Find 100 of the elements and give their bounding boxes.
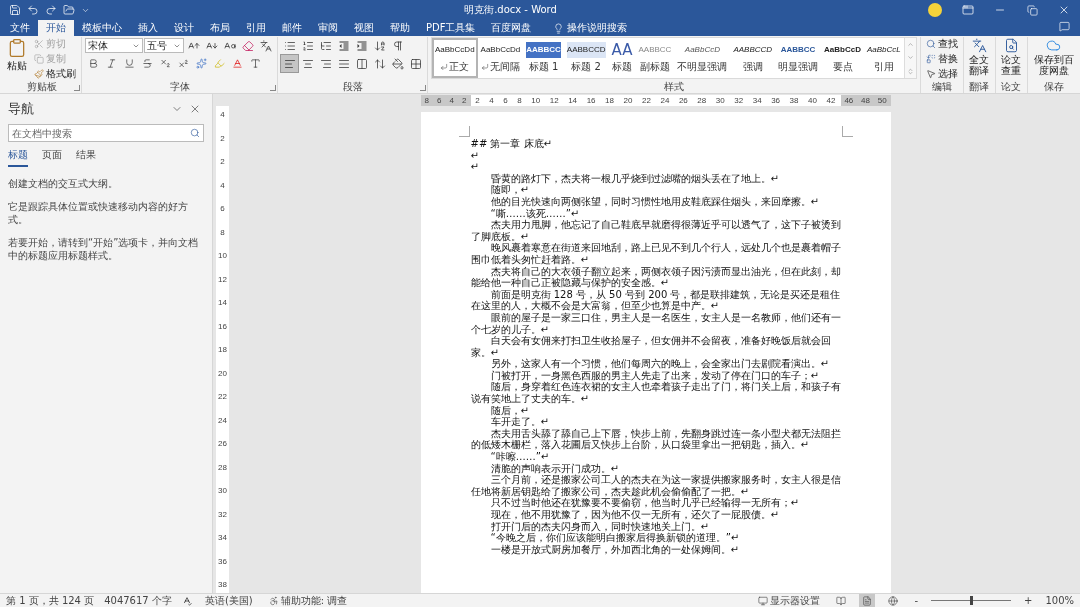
paragraph-mark-icon	[440, 63, 449, 71]
phonetic-icon	[259, 39, 272, 52]
pointer-icon	[925, 69, 936, 79]
copy-icon	[34, 54, 44, 64]
zoom-thumb[interactable]	[970, 596, 973, 605]
ribbon-tab[interactable]: 设计	[166, 20, 202, 36]
proofing-icon	[181, 595, 192, 606]
dialog-launcher-icon[interactable]	[420, 85, 426, 91]
paragraph-mark: ↵	[470, 161, 480, 173]
scissors-icon	[34, 39, 44, 49]
word-count: 4047617 个字	[104, 593, 172, 607]
print-layout-icon	[862, 595, 873, 606]
shrink-font-icon	[205, 39, 218, 52]
ribbon-tab[interactable]: 引用	[238, 20, 274, 36]
paragraph-text: 门被打开，一身黑色西服的男主人先走了出来，发动了停在门口的车子；↵	[489, 369, 820, 382]
font-name-field[interactable]: 宋体	[85, 38, 143, 53]
paste-button[interactable]: 粘贴	[5, 37, 29, 74]
view-button[interactable]	[859, 594, 876, 607]
language-button[interactable]: 英语(美国)	[201, 594, 256, 607]
dialog-launcher-icon[interactable]	[74, 85, 80, 91]
chevron-down-icon	[906, 54, 914, 62]
ribbon-tab[interactable]: 布局	[202, 20, 238, 36]
ribbon-tab[interactable]: 邮件	[274, 20, 310, 36]
accessibility-icon	[268, 595, 279, 606]
replace-button[interactable]: 替换	[923, 52, 960, 66]
group-label: 剪贴板	[26, 81, 57, 93]
change-case-icon	[223, 39, 236, 52]
ribbon-tab[interactable]: 开始	[38, 20, 74, 36]
paragraph-text: 打开门后的杰夫闪身而入，同时快速地关上门。↵	[489, 520, 710, 532]
nav-tab[interactable]: 页面	[42, 148, 62, 167]
accessibility-button[interactable]: 辅助功能: 调查	[265, 594, 351, 607]
paint-bucket-icon	[391, 57, 404, 70]
folder-icon	[63, 4, 75, 16]
paragraph-text: 眼前的屋子是一家三口住，男主人是一名医生，女主人是一名教师，他们还有一个七岁的儿子。↵	[470, 311, 841, 335]
ribbon-tab[interactable]: 文件	[2, 20, 38, 36]
ribbon-tab[interactable]: 模板中心	[74, 20, 130, 36]
display-settings-button[interactable]: 显示器设置	[755, 594, 824, 607]
find-button[interactable]: 查找	[923, 37, 960, 51]
character-shading-icon	[250, 58, 261, 69]
search-field[interactable]: 在文档中搜索	[8, 124, 204, 142]
zoom-out-button[interactable]: -	[911, 594, 921, 607]
ribbon-tab[interactable]: 百度网盘	[483, 20, 540, 36]
paintbrush-icon	[34, 69, 44, 79]
chevron-up-icon	[906, 41, 914, 49]
translate-button[interactable]: 全文翻译	[966, 37, 992, 77]
group-label: 保存	[1043, 81, 1064, 93]
phonetic-button[interactable]	[257, 37, 274, 54]
ribbon-tab[interactable]: 视图	[346, 20, 382, 36]
paragraph-text: “今晚之后，你们应该能明白搬家后得换新锁的道理。”↵	[489, 532, 741, 544]
subscript-icon	[160, 58, 171, 69]
paragraph-text: “咔嚓……”↵	[489, 451, 551, 463]
paragraph-text: 随后，身穿着红色连衣裙的女主人也牵着孩子走出了门，将门关上后，和孩子有说有笑地上了丈夫的车。↵	[470, 381, 841, 405]
ribbon-tab[interactable]: 插入	[130, 20, 166, 36]
clipboard-icon	[7, 38, 27, 58]
paragraph-text: 杰夫用力甩脚，他忘记了自己鞋底早就磨得很薄近乎可以透气了，这下子被烫到了脚底板。↵	[470, 219, 841, 242]
nav-tab[interactable]: 标题	[8, 148, 28, 167]
close-icon	[1058, 4, 1070, 16]
ribbon-tab[interactable]: 审阅	[310, 20, 346, 36]
shading-button[interactable]	[389, 55, 406, 72]
select-button[interactable]: 选择	[923, 67, 960, 81]
bullet-list-icon	[283, 39, 296, 52]
style-item[interactable]: AaBbCcDd 正文	[432, 38, 478, 78]
nav-tab[interactable]: 结果	[76, 148, 96, 167]
thesis-check-button[interactable]: 论文查重	[998, 37, 1024, 77]
comment-icon	[1058, 20, 1070, 32]
paragraph-text: 车开走了。↵	[489, 416, 550, 428]
font-size-field[interactable]: 五号	[144, 38, 184, 53]
restore-icon	[1026, 4, 1038, 16]
ribbon-tab[interactable]: 帮助	[382, 20, 418, 36]
document-search-icon	[1003, 38, 1019, 53]
paragraph-mark: ↵	[470, 149, 480, 162]
crop-mark	[841, 126, 853, 137]
superscript-icon	[178, 58, 189, 69]
ribbon-tab[interactable]: PDF工具集	[418, 20, 484, 36]
save-to-cloud-button[interactable]: 保存到百度网盘	[1030, 37, 1077, 77]
more-icon	[906, 67, 914, 75]
paragraph-text: 三个月前，还是搬家公司工人的杰夫在为这一家提供搬家服务时，女主人很是信任地将新居钥匙给了搬家公司，杰夫趁此机会偷偷配了一把。↵	[470, 474, 841, 498]
heading-text: ## 第一章 床底↵	[470, 138, 553, 150]
dialog-launcher-icon[interactable]	[270, 85, 276, 91]
format-painter-button[interactable]: 格式刷	[32, 67, 78, 81]
save-icon	[9, 4, 21, 16]
tell-me-search[interactable]: 操作说明搜索	[547, 20, 634, 36]
paragraph-text: 现在，他不用犹豫了，因为他不仅一无所有，还欠了一屁股债。↵	[489, 509, 780, 521]
paragraph-text: 白天会有女佣来打扫卫生收拾屋子，但女佣并不会留夜，准备好晚饭后就会回家。↵	[470, 335, 832, 358]
avatar[interactable]	[928, 3, 942, 17]
read-mode-icon	[836, 595, 847, 606]
translate-icon	[971, 38, 987, 53]
italic-icon	[106, 58, 117, 69]
group-label: 段落	[342, 81, 363, 93]
bold-icon	[88, 58, 99, 69]
replace-icon	[925, 54, 936, 64]
paragraph-text: 一楼是开放式厨房加餐厅，外加西北角的一处保姆间。↵	[489, 543, 740, 556]
borders-icon	[409, 57, 422, 70]
eraser-icon	[241, 39, 254, 52]
paragraph-text: 杰夫将自己的大衣领子翻立起来，两侧衣领子因污渍而显出油光，但在此刻，却能给他一种自己正被隐藏与保护的安全感。↵	[470, 265, 841, 289]
close-icon	[189, 103, 201, 115]
web-layout-icon	[888, 595, 899, 606]
zoom-in-button[interactable]: +	[1021, 594, 1036, 607]
paragraph-text: 另外，这家人有一个习惯，他们每周六的晚上，会全家出门去剧院看演出。↵	[489, 358, 830, 370]
paragraph-mark-icon	[480, 63, 489, 71]
